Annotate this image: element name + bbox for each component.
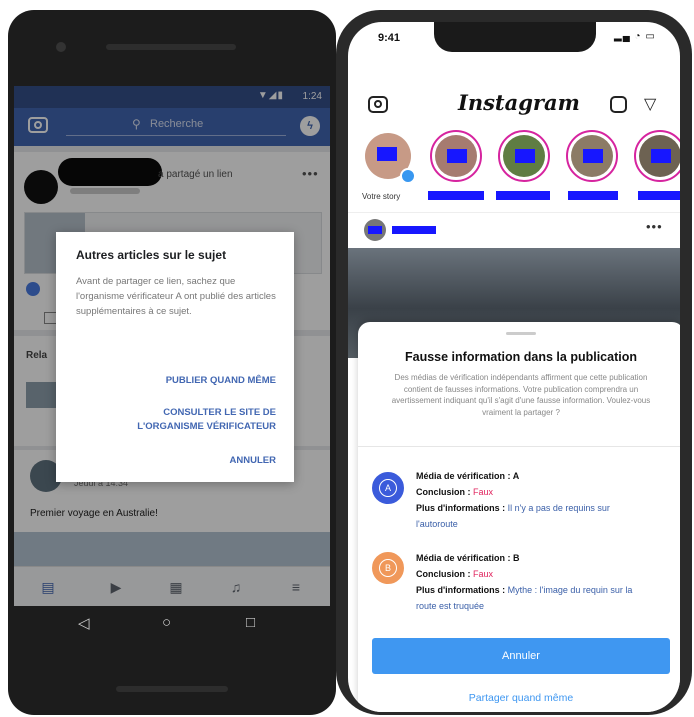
redacted-username (568, 191, 618, 200)
more-icon[interactable]: ••• (646, 219, 663, 234)
dialog-body: Avant de partager ce lien, sachez que l'… (76, 276, 276, 317)
facebook-screen: ▼◢▮ 1:24 ⚲ Recherche ϟ a partagé un lien… (14, 86, 330, 606)
speaker-grille (116, 686, 228, 692)
conclusion-label: Conclusion : (416, 569, 473, 579)
app-title: Instagram (458, 90, 580, 115)
camera-icon[interactable] (368, 96, 388, 113)
android-phone: ▼◢▮ 1:24 ⚲ Recherche ϟ a partagé un lien… (8, 10, 336, 715)
publish-anyway-button[interactable]: PUBLIER QUAND MÊME (166, 374, 276, 388)
consult-fact-checker-button[interactable]: CONSULTER LE SITE DE L'ORGANISME VÉRIFIC… (137, 406, 276, 434)
signal-wifi-battery-icon: ▂▄ ◔ ▭ (614, 31, 656, 42)
story-avatar[interactable] (634, 130, 680, 182)
related-articles-dialog: Autres articles sur le sujet Avant de pa… (56, 232, 294, 482)
notch (434, 22, 596, 52)
status-time: 9:41 (378, 32, 401, 44)
conclusion-label: Conclusion : (416, 487, 473, 497)
conclusion-value: Faux (473, 569, 494, 579)
story-me-label: Votre story (362, 192, 401, 201)
consult-label-line1: CONSULTER LE SITE DE (163, 407, 276, 418)
conclusion-value: Faux (473, 487, 494, 497)
recents-icon[interactable]: □ (246, 614, 255, 631)
redacted-username (496, 191, 550, 200)
post-header: ••• (348, 212, 680, 249)
fact-checker-b-icon: B (372, 552, 404, 584)
media-label: Média de vérification : B (416, 553, 520, 563)
iphone: 9:41 ▂▄ ◔ ▭ Instagram ▽ Votre story ••• … (336, 10, 692, 715)
false-info-sheet: Fausse information dans la publication D… (358, 322, 680, 712)
share-anyway-button[interactable]: Partager quand même (358, 692, 680, 704)
media-label: Média de vérification : A (416, 471, 520, 481)
sheet-body: Des médias de vérification indépendants … (391, 373, 651, 417)
dialog-title: Autres articles sur le sujet (76, 248, 227, 262)
sheet-handle[interactable] (506, 332, 536, 335)
android-nav-bar: ◁ ○ □ (8, 606, 336, 644)
story-avatar[interactable] (498, 130, 550, 182)
info-label: Plus d'informations : (416, 503, 508, 513)
story-avatar[interactable] (430, 130, 482, 182)
avatar[interactable] (364, 219, 386, 241)
earpiece (106, 44, 236, 50)
front-camera (56, 42, 66, 52)
info-label: Plus d'informations : (416, 585, 508, 595)
instagram-screen: 9:41 ▂▄ ◔ ▭ Instagram ▽ Votre story ••• … (348, 22, 680, 712)
redacted-username (392, 226, 436, 234)
story-me[interactable] (362, 130, 416, 184)
add-story-icon[interactable] (400, 168, 416, 184)
home-icon[interactable]: ○ (162, 614, 171, 631)
fact-checker-a-icon: A (372, 472, 404, 504)
divider (358, 446, 680, 447)
back-icon[interactable]: ◁ (78, 614, 90, 632)
redacted-username (428, 191, 484, 200)
cancel-button[interactable]: Annuler (372, 638, 670, 674)
consult-label-line2: L'ORGANISME VÉRIFICATEUR (137, 421, 276, 432)
fact-checker-a-info: Média de vérification : A Conclusion : F… (416, 468, 640, 532)
direct-message-icon[interactable]: ▽ (644, 94, 656, 114)
redacted-username (638, 191, 680, 200)
story-avatar[interactable] (566, 130, 618, 182)
fact-checker-b-info: Média de vérification : B Conclusion : F… (416, 550, 640, 614)
igtv-icon[interactable] (610, 96, 627, 113)
sheet-title: Fausse information dans la publication (405, 350, 637, 364)
cancel-button[interactable]: ANNULER (230, 454, 276, 468)
